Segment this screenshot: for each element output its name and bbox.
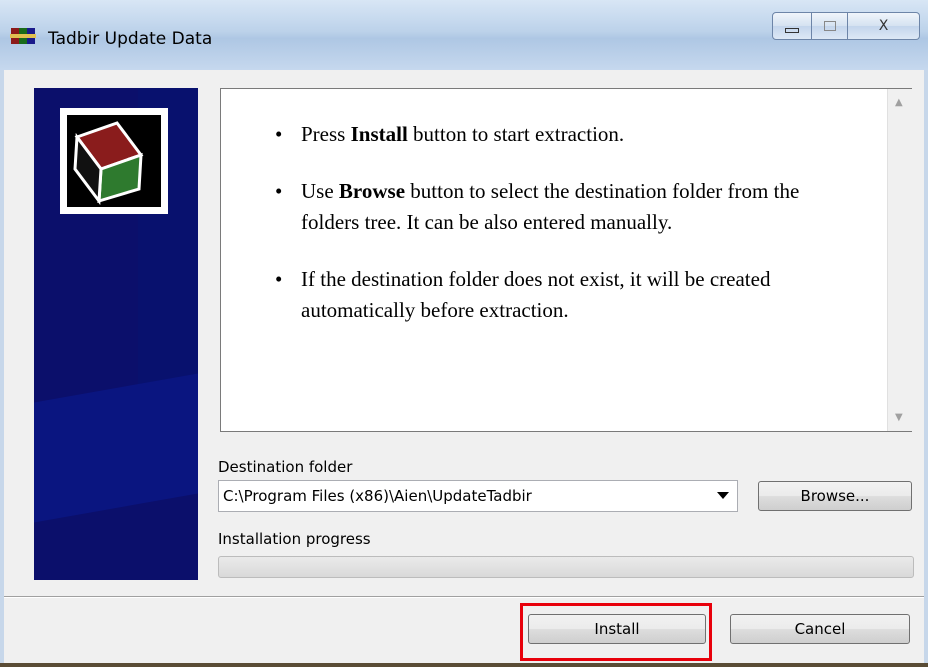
banner-shade-lower [34,373,198,523]
installer-window: Tadbir Update Data X • Press Install but… [0,0,928,667]
installation-progress-label: Installation progress [218,530,371,548]
instructions-list: Press Install button to start extraction… [271,119,831,352]
maximize-icon [823,21,836,31]
window-controls: X [772,12,920,42]
maximize-button[interactable] [812,12,848,40]
close-icon: X [878,18,889,34]
instruction-item: If the destination folder does not exist… [271,264,831,326]
scroll-down-arrow-icon[interactable]: ▼ [895,412,903,423]
install-button[interactable]: Install [528,614,706,644]
sidebar-banner [34,88,198,580]
destination-folder-value: C:\Program Files (x86)\Aien\UpdateTadbir [223,487,532,505]
browse-button[interactable]: Browse... [758,481,912,511]
footer-divider [4,596,924,598]
window-title: Tadbir Update Data [48,29,213,49]
chevron-down-icon[interactable] [717,492,729,499]
destination-folder-label: Destination folder [218,458,353,476]
destination-folder-combobox[interactable]: C:\Program Files (x86)\Aien\UpdateTadbir [218,480,738,512]
winrar-app-icon [10,28,36,44]
title-bar[interactable]: Tadbir Update Data X [0,0,928,70]
minimize-icon [785,27,799,33]
close-button[interactable]: X [848,12,920,40]
scroll-up-arrow-icon[interactable]: ▲ [895,97,903,108]
dialog-body: Press Install button to start extraction… [4,70,924,663]
window-bottom-edge [0,663,928,667]
instructions-panel: Press Install button to start extraction… [220,88,912,432]
instruction-item: Press Install button to start extraction… [271,119,831,150]
vertical-scrollbar[interactable]: ▲ ▼ [887,89,912,431]
archive-box-icon [73,121,144,206]
archive-logo [60,108,168,214]
minimize-button[interactable] [772,12,812,40]
installation-progress-bar [218,556,914,578]
instruction-item: Use Browse button to select the destinat… [271,176,831,238]
cancel-button[interactable]: Cancel [730,614,910,644]
